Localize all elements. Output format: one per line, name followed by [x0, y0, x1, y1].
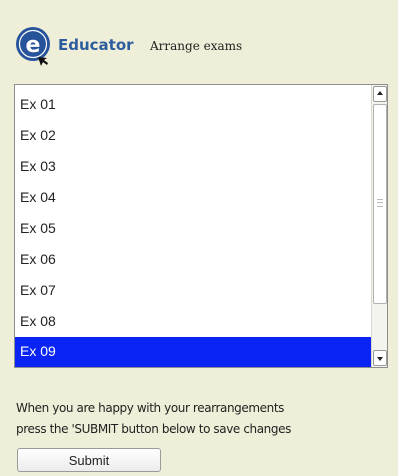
exam-list: Ex 01 Ex 02 Ex 03 Ex 04 Ex 05 Ex 06 Ex 07 Ex 08… — [15, 89, 373, 367]
instructions-line-2: press the 'SUBMIT button below to save c… — [16, 422, 291, 436]
exam-list-item[interactable]: Ex 08 — [15, 306, 373, 337]
exam-list-item[interactable]: Ex 01 — [15, 89, 373, 120]
exam-list-item[interactable]: Ex 06 — [15, 244, 373, 275]
instructions-line-1: When you are happy with your rearrangeme… — [16, 401, 284, 415]
scroll-down-button[interactable] — [373, 350, 387, 366]
exam-list-item[interactable]: Ex 04 — [15, 182, 373, 213]
page-title: Arrange exams — [150, 39, 243, 53]
scroll-thumb[interactable] — [373, 104, 387, 304]
exam-list-item[interactable]: Ex 02 — [15, 120, 373, 151]
scroll-up-button[interactable] — [373, 86, 387, 102]
brand-name: Educator — [58, 36, 134, 54]
logo-letter: e — [26, 33, 41, 58]
submit-button[interactable]: Submit — [17, 448, 161, 472]
exam-listbox[interactable]: Ex 01 Ex 02 Ex 03 Ex 04 Ex 05 Ex 06 Ex 07 Ex 08… — [14, 84, 388, 368]
educator-logo-icon: e — [16, 27, 50, 66]
exam-list-item[interactable]: Ex 07 — [15, 275, 373, 306]
arrow-up-icon — [377, 91, 383, 95]
vertical-scrollbar[interactable] — [371, 85, 387, 367]
instructions-text: When you are happy with your rearrangeme… — [16, 398, 396, 440]
exam-list-item[interactable]: Ex 05 — [15, 213, 373, 244]
exam-list-item[interactable]: Ex 09 — [15, 337, 373, 367]
grip-icon — [377, 199, 383, 207]
arrow-down-icon — [377, 357, 383, 361]
exam-list-item[interactable]: Ex 03 — [15, 151, 373, 182]
